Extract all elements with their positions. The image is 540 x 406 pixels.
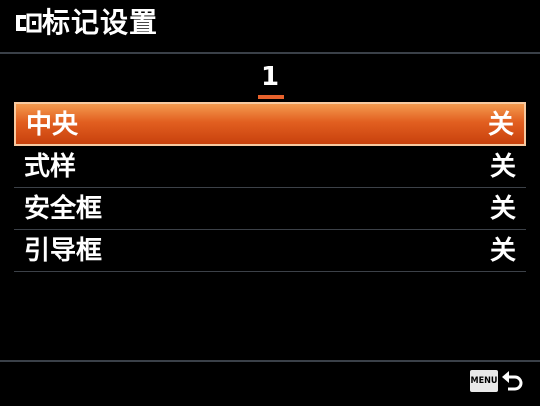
title-bar: 标记设置 [0,0,540,48]
menu-item-value: 关 [489,194,516,224]
bottom-divider [0,360,540,362]
marker-frame-icon [16,13,42,33]
menu-item-label: 式样 [24,152,77,182]
menu-item-aspect[interactable]: 式样 关 [14,146,526,188]
menu-item-label: 中央 [26,110,79,140]
menu-item-value: 关 [489,152,516,182]
menu-item-safety-zone[interactable]: 安全框 关 [14,188,526,230]
page-title: 标记设置 [42,6,159,39]
page-indicator: 1 [0,62,540,92]
menu-list: 中央 关 式样 关 安全框 关 引导框 关 [14,102,526,272]
menu-item-value: 关 [487,110,514,140]
menu-item-label: 引导框 [24,236,103,266]
title-divider [0,52,540,54]
page-number: 1 [260,62,280,92]
menu-item-guide-frame[interactable]: 引导框 关 [14,230,526,272]
page-underline [258,95,284,99]
menu-button[interactable]: MENU [470,370,498,392]
menu-item-center[interactable]: 中央 关 [14,102,526,146]
menu-item-label: 安全框 [24,194,103,224]
menu-item-value: 关 [489,236,516,266]
return-arrow-icon[interactable] [500,368,526,394]
